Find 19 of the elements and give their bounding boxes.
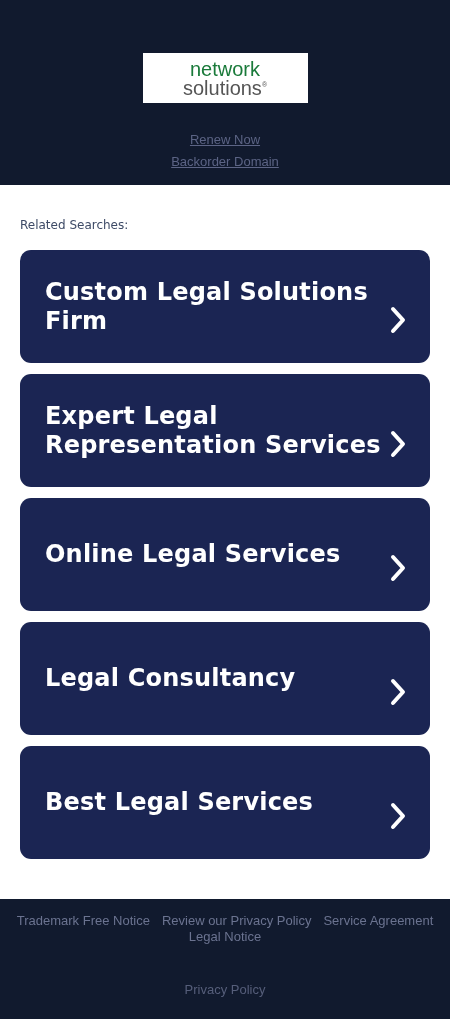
chevron-right-icon	[390, 801, 406, 830]
search-result-card[interactable]: Custom Legal Solutions Firm	[20, 250, 430, 363]
header-link[interactable]: Renew Now	[189, 131, 261, 149]
footer-link[interactable]: Legal Notice	[188, 929, 262, 945]
section-heading: Related Searches:	[20, 217, 129, 233]
logo: network solutions$^{®}$	[142, 53, 308, 103]
search-result-card[interactable]: Expert Legal Representation Services	[20, 374, 430, 487]
footer-link[interactable]: Privacy Policy	[184, 982, 266, 997]
chevron-right-icon	[390, 553, 406, 582]
footer-link[interactable]: Service Agreement	[323, 913, 434, 929]
search-result-card[interactable]: Online Legal Services	[20, 498, 430, 611]
footer-link[interactable]: Trademark Free Notice	[16, 913, 150, 929]
header-link[interactable]: Backorder Domain	[171, 153, 279, 171]
chevron-right-icon	[390, 305, 406, 334]
footer-link[interactable]: Review our Privacy Policy	[161, 913, 312, 929]
chevron-right-icon	[390, 429, 406, 458]
chevron-right-icon	[390, 677, 406, 706]
search-result-card[interactable]: Best Legal Services	[20, 746, 430, 859]
search-result-card[interactable]: Legal Consultancy	[20, 622, 430, 735]
